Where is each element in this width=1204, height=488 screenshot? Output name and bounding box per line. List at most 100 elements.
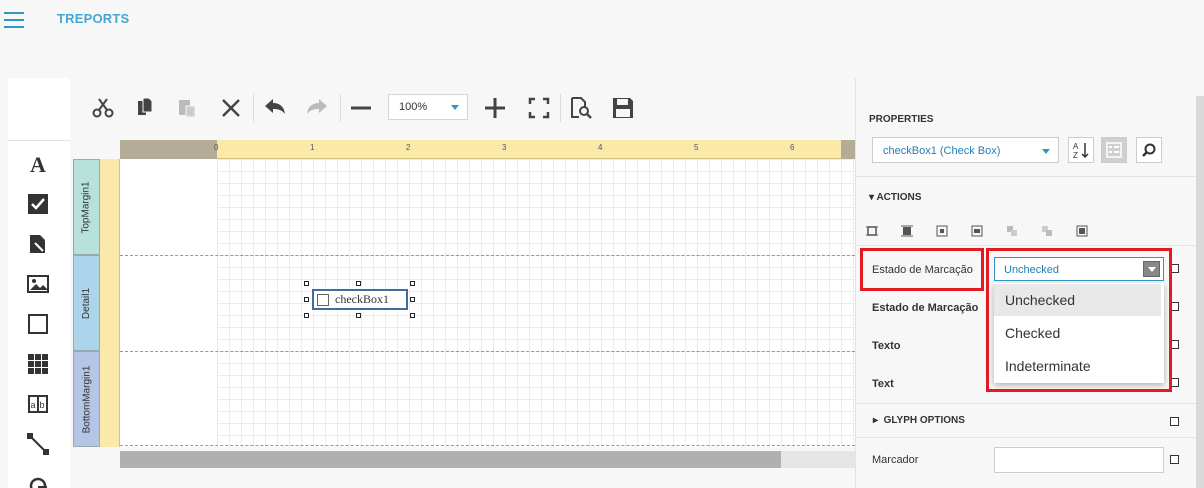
panel-scrollbar[interactable]: [1196, 96, 1204, 488]
chevron-down-icon: [451, 105, 459, 110]
center-vertically-icon[interactable]: [971, 225, 983, 237]
picture-tool-icon[interactable]: [26, 272, 50, 296]
band-divider: [120, 255, 855, 256]
checkbox-control[interactable]: checkBox1: [312, 289, 408, 310]
band-tabs: TopMargin1 Detail1 BottomMargin1: [73, 159, 100, 447]
band-divider: [120, 445, 855, 446]
ruler-number: 3: [502, 143, 507, 152]
svg-text:A: A: [1073, 142, 1079, 151]
resize-handle[interactable]: [304, 281, 309, 286]
line-tool-icon[interactable]: [26, 432, 50, 456]
property-marker[interactable]: [1170, 455, 1179, 464]
zoom-select[interactable]: 100%: [388, 94, 468, 120]
resize-handle[interactable]: [410, 297, 415, 302]
svg-text:b: b: [40, 400, 45, 410]
charactercomb-tool-icon[interactable]: ab: [26, 392, 50, 416]
marcador-input[interactable]: [994, 447, 1164, 473]
resize-handle[interactable]: [304, 297, 309, 302]
glyph-header-label: GLYPH OPTIONS: [883, 415, 965, 426]
paste-icon[interactable]: [174, 95, 200, 121]
panel-tool-icon[interactable]: [26, 312, 50, 336]
ruler-corner: [120, 140, 217, 159]
zoom-out-icon[interactable]: [348, 95, 374, 121]
shape-tool-icon[interactable]: [26, 472, 50, 488]
marcador-label: Marcador: [872, 454, 919, 466]
actions-header-label: ACTIONS: [876, 192, 922, 203]
ruler-number: 6: [790, 143, 795, 152]
band-tab-detail[interactable]: Detail1: [73, 255, 100, 351]
save-icon[interactable]: [610, 95, 636, 121]
undo-icon[interactable]: [262, 95, 288, 121]
svg-text:a: a: [31, 400, 36, 410]
copy-icon[interactable]: [132, 95, 158, 121]
resize-handle[interactable]: [410, 313, 415, 318]
horizontal-ruler: 0 1 2 3 4 5 6: [214, 140, 841, 159]
fit-to-container-icon[interactable]: [1076, 225, 1088, 237]
app-title: TREPORTS: [57, 11, 130, 26]
band-tab-topmargin[interactable]: TopMargin1: [73, 159, 100, 255]
band-label: BottomMargin1: [81, 365, 92, 433]
zoom-in-icon[interactable]: [482, 95, 508, 121]
actions-section-header[interactable]: ▾ ACTIONS: [869, 192, 921, 203]
property-marker[interactable]: [1170, 417, 1179, 426]
search-icon: [1142, 143, 1156, 157]
band-tab-bottommargin[interactable]: BottomMargin1: [73, 351, 100, 447]
checkbox-control-text: checkBox1: [335, 292, 389, 306]
send-backward-icon[interactable]: [1041, 225, 1053, 237]
delete-icon[interactable]: [218, 95, 244, 121]
horizontal-scrollbar[interactable]: [120, 451, 855, 468]
text-label: Text: [872, 378, 894, 390]
estado-marcacao-label: Estado de Marcação: [872, 264, 973, 276]
toolbox: A ab: [8, 78, 70, 488]
zoom-value: 100%: [399, 101, 428, 113]
properties-title: PROPERTIES: [869, 114, 934, 125]
band-divider: [120, 351, 855, 352]
chevron-down-icon: [1042, 149, 1050, 154]
component-select-value: checkBox1 (Check Box): [883, 145, 1001, 157]
redo-icon[interactable]: [304, 95, 330, 121]
richtext-tool-icon[interactable]: [26, 232, 50, 256]
size-to-grid-icon[interactable]: [901, 225, 913, 237]
ruler-number: 1: [310, 143, 315, 152]
ruler-number: 2: [406, 143, 411, 152]
highlight-box-dropdown: [986, 248, 1172, 392]
checkbox-square: [317, 293, 329, 306]
menu-icon[interactable]: [4, 12, 24, 28]
component-select[interactable]: checkBox1 (Check Box): [872, 137, 1059, 163]
design-surface[interactable]: 0 1 2 3 4 5 6 TopMargin1 Detail1 BottomM…: [73, 140, 855, 468]
vertical-ruler: [100, 159, 120, 447]
sort-az-icon: AZ: [1073, 142, 1089, 159]
resize-handle[interactable]: [410, 281, 415, 286]
svg-text:A: A: [30, 153, 46, 175]
ruler-end: [841, 140, 855, 159]
resize-handle[interactable]: [304, 313, 309, 318]
align-left-icon[interactable]: [866, 225, 878, 237]
label-tool-icon[interactable]: A: [26, 152, 50, 176]
sort-az-button[interactable]: AZ: [1068, 137, 1094, 163]
ruler-number: 5: [694, 143, 699, 152]
checkbox-tool-icon[interactable]: [26, 192, 50, 216]
designer-toolbar: 100%: [70, 78, 855, 140]
cut-icon[interactable]: [90, 95, 116, 121]
svg-text:Z: Z: [1073, 151, 1078, 159]
band-label: TopMargin1: [81, 180, 93, 234]
scrollbar-thumb[interactable]: [120, 451, 781, 468]
categorized-icon: [1106, 142, 1122, 158]
left-margin-area: [120, 159, 217, 447]
band-label: Detail1: [81, 287, 93, 319]
preview-icon[interactable]: [568, 95, 594, 121]
properties-panel: PROPERTIES checkBox1 (Check Box) AZ ▾ AC…: [855, 78, 1196, 488]
bring-forward-icon[interactable]: [1006, 225, 1018, 237]
resize-handle[interactable]: [356, 313, 361, 318]
search-button[interactable]: [1136, 137, 1162, 163]
ruler-number: 0: [214, 143, 219, 152]
resize-handle[interactable]: [356, 281, 361, 286]
glyph-options-section-header[interactable]: ▸ GLYPH OPTIONS: [873, 415, 965, 426]
center-horizontally-icon[interactable]: [936, 225, 948, 237]
table-tool-icon[interactable]: [26, 352, 50, 376]
ruler-number: 4: [598, 143, 603, 152]
estado-marcacao-section-label: Estado de Marcação: [872, 302, 979, 314]
categorized-button[interactable]: [1101, 137, 1127, 163]
texto-label: Texto: [872, 340, 901, 352]
fullscreen-icon[interactable]: [526, 95, 552, 121]
